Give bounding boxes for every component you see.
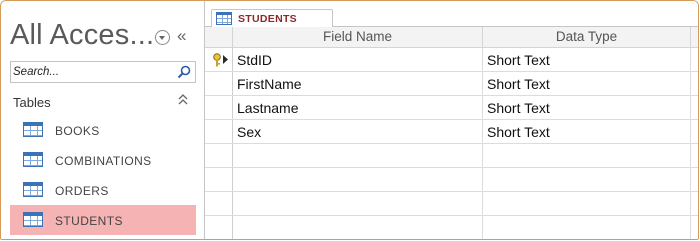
table-icon [23, 152, 43, 167]
nav-item-students[interactable]: STUDENTS [10, 205, 196, 235]
group-label: Tables [13, 95, 51, 110]
field-name-cell[interactable]: Lastname [233, 96, 483, 119]
navigation-pane: All Acces... « Tables BOOKS COMBINATIONS [1, 1, 205, 239]
nav-item-combinations[interactable]: COMBINATIONS [10, 145, 196, 175]
document-area: STUDENTS Field Name Data Type StdID Short… [205, 1, 698, 239]
search-box[interactable] [10, 61, 196, 83]
nav-item-label: STUDENTS [55, 214, 123, 228]
table-row[interactable]: Lastname Short Text [205, 96, 698, 120]
field-name-cell[interactable] [233, 144, 483, 167]
field-name-cell[interactable] [233, 168, 483, 191]
table-row[interactable]: StdID Short Text [205, 48, 698, 72]
group-header-tables[interactable]: Tables [10, 89, 196, 111]
table-icon [23, 122, 43, 137]
double-chevron-up-icon[interactable] [178, 94, 188, 106]
nav-item-label: BOOKS [55, 124, 100, 138]
row-selector[interactable] [205, 72, 233, 95]
field-name-cell[interactable]: Sex [233, 120, 483, 143]
tab-students[interactable]: STUDENTS [211, 9, 333, 28]
field-name-cell[interactable]: FirstName [233, 72, 483, 95]
data-type-cell[interactable] [483, 192, 691, 215]
document-tab-strip: STUDENTS [205, 1, 698, 28]
double-chevron-left-icon[interactable]: « [177, 27, 186, 45]
data-type-cell[interactable]: Short Text [483, 72, 691, 95]
search-icon[interactable] [177, 65, 191, 79]
data-type-cell[interactable] [483, 144, 691, 167]
table-row[interactable] [205, 192, 698, 216]
column-header-field-name[interactable]: Field Name [233, 27, 483, 47]
row-selector-header[interactable] [205, 27, 233, 47]
circle-chevron-down-icon[interactable] [155, 30, 170, 45]
nav-item-label: ORDERS [55, 184, 109, 198]
table-row[interactable] [205, 144, 698, 168]
grid-header: Field Name Data Type [205, 27, 698, 48]
column-header-data-type[interactable]: Data Type [483, 27, 691, 47]
access-window: All Acces... « Tables BOOKS COMBINATIONS [0, 0, 699, 240]
data-type-cell[interactable]: Short Text [483, 48, 691, 71]
table-row[interactable]: FirstName Short Text [205, 72, 698, 96]
navigation-pane-title[interactable]: All Acces... [10, 19, 154, 52]
row-selector[interactable] [205, 96, 233, 119]
table-icon [23, 182, 43, 197]
field-name-cell[interactable]: StdID [233, 48, 483, 71]
table-row[interactable] [205, 216, 698, 239]
data-type-cell[interactable] [483, 168, 691, 191]
nav-item-books[interactable]: BOOKS [10, 115, 196, 145]
row-selector[interactable] [205, 192, 233, 215]
data-type-cell[interactable]: Short Text [483, 120, 691, 143]
nav-item-orders[interactable]: ORDERS [10, 175, 196, 205]
table-icon [216, 12, 232, 25]
row-selector[interactable] [205, 144, 233, 167]
design-grid: Field Name Data Type StdID Short Text Firs… [205, 27, 698, 239]
field-name-cell[interactable] [233, 192, 483, 215]
row-selector[interactable] [205, 48, 233, 71]
field-name-cell[interactable] [233, 216, 483, 239]
table-row[interactable] [205, 168, 698, 192]
row-selector[interactable] [205, 168, 233, 191]
search-input[interactable] [13, 63, 163, 81]
navigation-pane-header: All Acces... « [1, 1, 205, 57]
table-row[interactable]: Sex Short Text [205, 120, 698, 144]
tab-label: STUDENTS [238, 13, 297, 25]
nav-item-label: COMBINATIONS [55, 154, 152, 168]
data-type-cell[interactable] [483, 216, 691, 239]
data-type-cell[interactable]: Short Text [483, 96, 691, 119]
row-selector[interactable] [205, 120, 233, 143]
row-selector[interactable] [205, 216, 233, 239]
table-icon [23, 212, 43, 227]
primary-key-icon [213, 53, 228, 67]
